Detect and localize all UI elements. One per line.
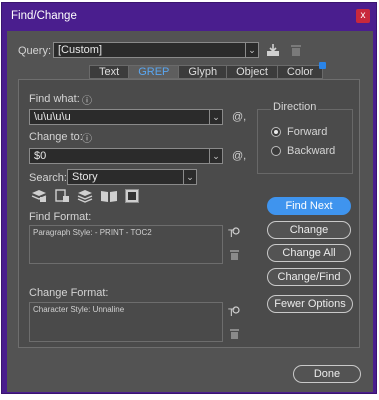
clear-change-format-icon[interactable] (229, 328, 240, 340)
chevron-down-icon[interactable]: ⌄ (209, 149, 222, 163)
backward-radio[interactable] (271, 146, 281, 156)
find-what-value: \u\u\u\u (34, 111, 71, 123)
grep-panel: Find what: ⓘ \u\u\u\u ⌄ @, Change to: ⓘ … (18, 79, 360, 348)
change-button[interactable]: Change (267, 221, 351, 239)
change-all-button[interactable]: Change All (267, 244, 351, 262)
delete-query-icon[interactable] (290, 43, 302, 57)
change-format-value: Character Style: Unnaline (33, 305, 125, 314)
chevron-down-icon[interactable]: ⌄ (209, 110, 222, 124)
query-select[interactable]: [Custom] ⌄ (53, 42, 259, 58)
change-find-button[interactable]: Change/Find (267, 268, 351, 286)
forward-radio[interactable] (271, 127, 281, 137)
change-to-label: Change to: (29, 131, 83, 143)
chevron-down-icon[interactable]: ⌄ (245, 43, 258, 57)
done-button[interactable]: Done (293, 365, 361, 383)
special-characters-change-icon[interactable]: @, (232, 150, 246, 162)
change-to-info-icon[interactable]: ⓘ (82, 130, 92, 145)
search-scope-value: Story (72, 171, 98, 183)
tab-text[interactable]: Text (89, 65, 130, 79)
tab-glyph[interactable]: Glyph (178, 65, 228, 79)
search-label: Search: (29, 172, 67, 184)
dialog-body: Query: [Custom] ⌄ Text GREP Glyph Object… (7, 31, 373, 392)
query-value: [Custom] (58, 44, 103, 56)
fewer-options-button[interactable]: Fewer Options (267, 295, 353, 313)
backward-label[interactable]: Backward (287, 145, 335, 157)
find-what-input[interactable]: \u\u\u\u ⌄ (29, 109, 223, 125)
direction-label: Direction (271, 101, 319, 113)
tab-color[interactable]: Color (276, 62, 327, 79)
tab-indicator (319, 62, 327, 69)
specify-find-format-icon[interactable]: T (228, 226, 240, 239)
change-to-input[interactable]: $0 ⌄ (29, 148, 223, 164)
include-locked-stories-icon[interactable] (54, 189, 70, 203)
change-to-value: $0 (34, 150, 47, 162)
include-locked-layers-icon[interactable] (31, 189, 47, 203)
tab-object[interactable]: Object (226, 65, 278, 79)
forward-label[interactable]: Forward (287, 126, 327, 138)
close-button[interactable]: x (356, 9, 370, 23)
find-format-label: Find Format: (29, 211, 92, 223)
change-format-box[interactable]: Character Style: Unnaline (29, 302, 223, 342)
special-characters-find-icon[interactable]: @, (232, 111, 246, 123)
change-format-label: Change Format: (29, 287, 109, 299)
query-label: Query: (18, 45, 52, 57)
find-format-value: Paragraph Style: - PRINT - TOC2 (33, 228, 152, 237)
include-footnotes-icon[interactable] (125, 189, 139, 203)
direction-group (257, 109, 353, 174)
find-change-window: Find/Change x Query: [Custom] ⌄ Text GRE… (1, 2, 377, 394)
tab-color-label: Color (286, 66, 314, 78)
clear-find-format-icon[interactable] (229, 249, 240, 261)
specify-change-format-icon[interactable]: T (228, 305, 240, 318)
include-master-pages-icon[interactable] (100, 189, 118, 203)
tab-grep[interactable]: GREP (128, 65, 180, 79)
search-scope-select[interactable]: Story ⌄ (67, 169, 197, 185)
window-title: Find/Change (11, 10, 77, 22)
chevron-down-icon[interactable]: ⌄ (183, 170, 196, 184)
find-what-label: Find what: (29, 93, 80, 105)
save-query-icon[interactable] (266, 43, 280, 57)
tab-bar: Text GREP Glyph Object Color (89, 62, 327, 79)
find-what-info-icon[interactable]: ⓘ (82, 92, 92, 107)
find-next-button[interactable]: Find Next (267, 197, 351, 215)
include-hidden-layers-icon[interactable] (77, 189, 93, 203)
title-bar[interactable]: Find/Change x (2, 3, 376, 31)
find-format-box[interactable]: Paragraph Style: - PRINT - TOC2 (29, 225, 223, 264)
